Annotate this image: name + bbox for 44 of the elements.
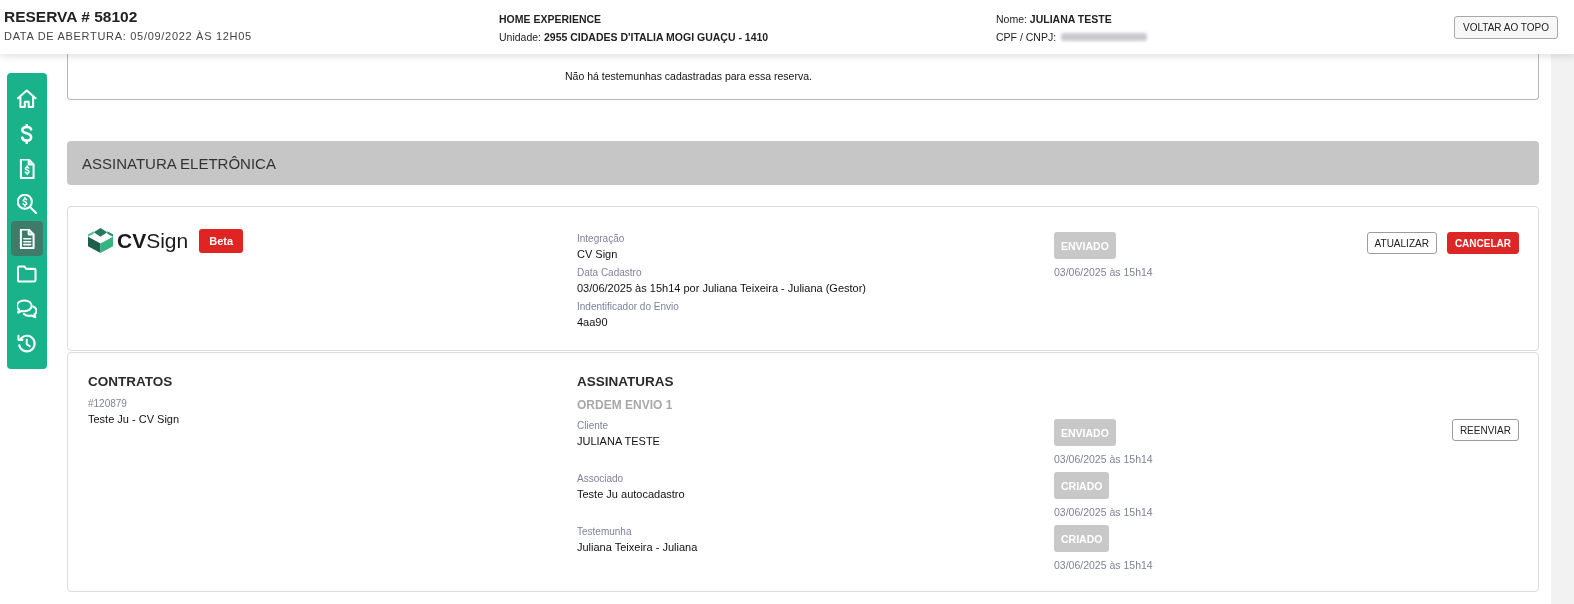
signer-name: JULIANA TESTE: [577, 434, 660, 449]
client-name: Nome: JULIANA TESTE: [996, 12, 1112, 27]
status-date: 03/06/2025 às 15h14: [1054, 265, 1153, 279]
signatures-heading: ASSINATURAS: [577, 374, 674, 390]
magnifier-dollar-icon: [17, 193, 37, 214]
field-value: 03/06/2025 às 15h14 por Juliana Teixeira - Juliana (Gestor): [577, 281, 867, 296]
section-header: ASSINATURA ELETRÔNICA: [67, 141, 1539, 185]
field-label: Data Cadastro: [577, 266, 642, 280]
field-value: 4aa90: [577, 315, 608, 330]
send-order-label: ORDEM ENVIO 1: [577, 398, 673, 412]
signer-name: Teste Ju autocadastro: [577, 487, 685, 502]
signer-role: Associado: [577, 472, 624, 486]
contract-name: Teste Ju - CV Sign: [88, 412, 180, 427]
document-dollar-icon: [17, 158, 37, 179]
sidebar-item[interactable]: [11, 221, 43, 256]
project-name: HOME EXPERIENCE: [499, 12, 602, 27]
action-button[interactable]: ATUALIZAR: [1366, 232, 1437, 254]
status-date: 03/06/2025 às 15h14: [1054, 452, 1153, 466]
resend-button[interactable]: REENVIAR: [1451, 419, 1519, 441]
signer-role: Cliente: [577, 419, 609, 433]
reservation-title: RESERVA # 58102: [4, 8, 138, 26]
cube-logo-icon: [88, 228, 113, 253]
contract-number: #120879: [88, 397, 127, 411]
status-date: 03/06/2025 às 15h14: [1054, 505, 1153, 519]
signer-role: Testemunha: [577, 525, 632, 539]
history-icon: [17, 333, 37, 354]
contracts-heading: CONTRATOS: [88, 374, 173, 390]
unit-text: Unidade: 2955 CIDADES D'ITALIA MOGI GUAÇU - 1410: [499, 30, 769, 45]
field-label: Indentificador do Envio: [577, 300, 679, 314]
signer-name: Juliana Teixeira - Juliana: [577, 540, 698, 555]
folder-icon: [17, 263, 37, 284]
back-to-top-button[interactable]: VOLTAR AO TOPO: [1454, 16, 1558, 39]
opening-date: DATA DE ABERTURA: 05/09/2022 ÀS 12H05: [4, 29, 252, 43]
field-value: CV Sign: [577, 247, 618, 262]
status-date: 03/06/2025 às 15h14: [1054, 558, 1153, 572]
beta-badge: Beta: [199, 228, 244, 253]
action-button[interactable]: CANCELAR: [1446, 232, 1519, 254]
logo-text: CVSign: [117, 228, 189, 253]
home-icon: [17, 88, 37, 109]
field-label: Integração: [577, 232, 625, 246]
document-icon: [17, 228, 37, 249]
chat-bubbles-icon: [17, 298, 37, 319]
document-label: CPF / CNPJ:: [996, 30, 1057, 45]
empty-message: Não há testemunhas cadastradas para essa reserva.: [565, 69, 812, 83]
